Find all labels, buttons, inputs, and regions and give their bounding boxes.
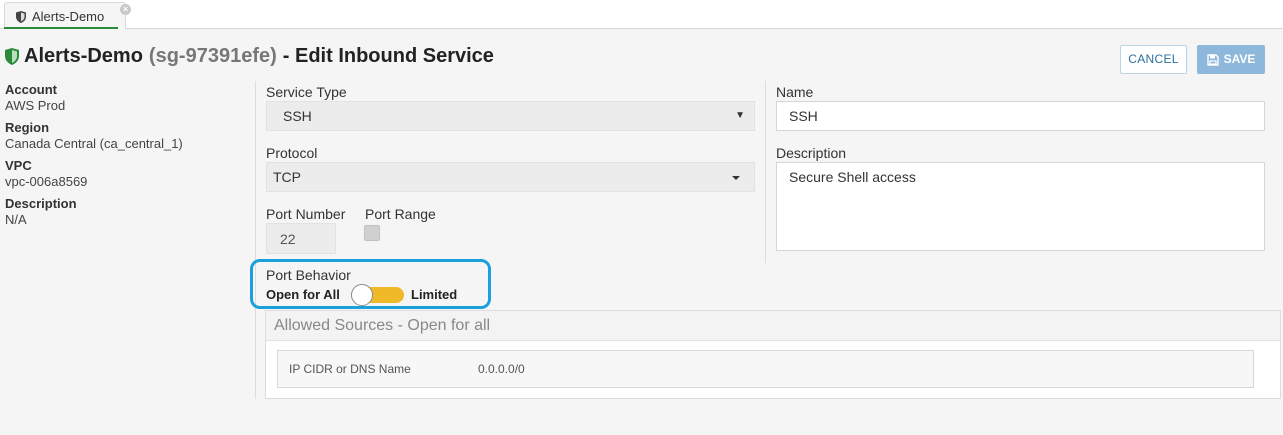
info-label: Account [5,82,57,97]
green-shield-icon [5,47,19,65]
port-behavior-label: Port Behavior [266,267,351,283]
description-label: Description [776,145,847,161]
info-account: Account AWS Prod [5,82,245,114]
left-divider [255,81,256,399]
floppy-disk-icon [1206,53,1219,66]
save-button[interactable]: SAVE [1197,45,1265,74]
toggle-option-open[interactable]: Open for All [266,287,340,302]
info-label: Region [5,120,50,135]
allowed-sources-panel: Allowed Sources - Open for all IP CIDR o… [265,310,1281,399]
info-value: N/A [5,212,27,227]
save-button-label: SAVE [1223,52,1256,66]
service-type-value: SSH [283,108,312,124]
cancel-button[interactable]: CANCEL [1120,45,1187,74]
name-input[interactable]: SSH [776,101,1265,131]
title-name: Alerts-Demo [24,44,143,67]
panel-title: Allowed Sources - Open for all [274,317,491,334]
info-region: Region Canada Central (ca_central_1) [5,120,245,152]
service-type-label: Service Type [266,84,347,100]
info-description: Description N/A [5,196,245,228]
name-label: Name [776,84,814,100]
caret-down-icon [732,176,740,180]
port-range-label: Port Range [365,206,436,222]
protocol-value: TCP [273,169,301,185]
title-suffix: - Edit Inbound Service [282,44,494,67]
tab-close-icon[interactable]: × [120,4,131,15]
tab-alerts-demo[interactable]: Alerts-Demo × [4,2,131,29]
service-type-select[interactable]: SSH ▼ [266,101,755,131]
info-value: Canada Central (ca_central_1) [5,136,183,151]
shield-icon [16,11,26,23]
info-vpc: VPC vpc-006a8569 [5,158,245,190]
security-group-id: (sg-97391efe) [148,44,277,67]
port-number-input[interactable]: 22 [266,223,336,254]
tab-bar: Alerts-Demo × [0,0,1283,29]
info-label: Description [5,196,77,211]
row-value: 0.0.0.0/0 [478,362,525,376]
info-value: AWS Prod [5,98,66,113]
description-textarea[interactable]: Secure Shell access [776,162,1265,251]
tab-active-underline [4,27,118,29]
tab-label: Alerts-Demo [32,9,105,24]
toggle-knob[interactable] [351,284,373,306]
middle-divider [765,81,766,263]
row-label: IP CIDR or DNS Name [289,362,411,376]
caret-down-icon: ▼ [735,110,745,121]
port-number-label: Port Number [266,206,346,222]
port-range-checkbox[interactable] [364,225,380,241]
table-row: IP CIDR or DNS Name 0.0.0.0/0 [277,350,1254,388]
protocol-label: Protocol [266,145,318,161]
protocol-select[interactable]: TCP [266,162,755,192]
info-value: vpc-006a8569 [5,174,88,189]
info-label: VPC [5,158,32,173]
panel-header: Allowed Sources - Open for all [266,311,1280,341]
toggle-option-limited[interactable]: Limited [411,287,457,302]
page-title: Alerts-Demo (sg-97391efe) - Edit Inbound… [5,44,494,68]
